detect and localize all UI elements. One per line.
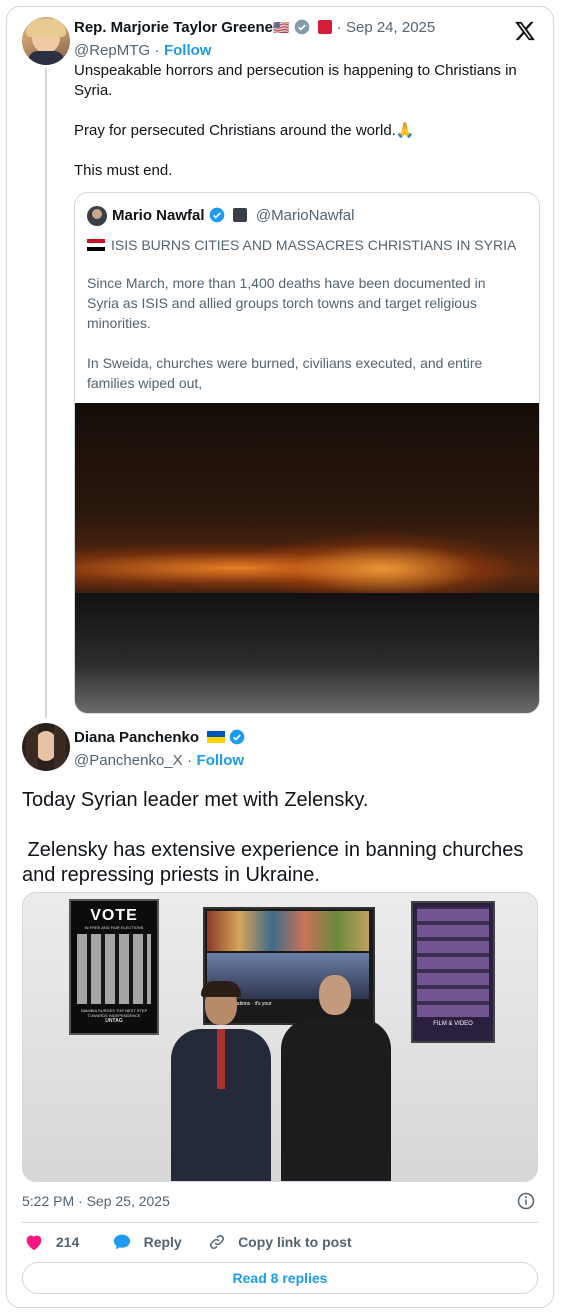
poster-title: FILM & VIDEO — [433, 1021, 473, 1027]
author-handle[interactable]: @RepMTG — [74, 42, 150, 59]
copy-link-label: Copy link to post — [238, 1234, 352, 1250]
info-icon[interactable] — [517, 1192, 535, 1210]
reply-button[interactable]: Reply — [112, 1233, 182, 1251]
separator: · — [336, 19, 342, 36]
quote-line: minorities. — [87, 315, 151, 331]
verified-icon — [209, 207, 225, 223]
avatar[interactable] — [22, 17, 70, 65]
reply-line: and repressing priests in Ukraine. — [22, 864, 320, 886]
quote-body: Since March, more than 1,400 deaths have… — [87, 273, 532, 393]
vote-poster: VOTE IN FREE AND FAIR ELECTIONS NAMIBIA … — [69, 899, 159, 1035]
verified-gray-icon — [294, 19, 309, 35]
author-name[interactable]: Rep. Marjorie Taylor Greene — [74, 19, 273, 36]
poster-subtitle: IN FREE AND FAIR ELECTIONS — [84, 925, 144, 930]
reply-line: Today Syrian leader met with Zelensky. — [22, 789, 369, 811]
quote-author-handle: @MarioNawfal — [255, 207, 355, 224]
handle-row: @RepMTG · Follow — [74, 42, 211, 60]
tweet-line: Unspeakable horrors and persecution is h… — [74, 62, 517, 79]
divider — [22, 1222, 538, 1223]
quote-headline: ISIS BURNS CITIES AND MASSACRES CHRISTIA… — [111, 237, 517, 253]
verified-icon — [229, 729, 245, 745]
reply-header: Diana Panchenko — [74, 729, 245, 747]
film-poster: FILM & VIDEO — [411, 901, 495, 1043]
copy-link-button[interactable]: Copy link to post — [208, 1233, 352, 1251]
heart-icon — [26, 1235, 42, 1251]
quote-line: Since March, more than 1,400 deaths have… — [87, 275, 486, 291]
separator: · — [154, 42, 160, 59]
fire-landscape-image[interactable] — [75, 403, 539, 713]
separator: · — [187, 752, 193, 769]
avatar — [87, 206, 107, 226]
like-button[interactable]: 214 — [24, 1233, 79, 1251]
follow-button[interactable]: Follow — [164, 42, 212, 59]
badge-icon — [233, 208, 248, 222]
quote-author-name: Mario Nawfal — [112, 207, 205, 224]
reply-label: Reply — [143, 1234, 182, 1250]
tweet-line: Syria. — [74, 82, 113, 99]
thread-line — [45, 68, 47, 718]
poster-footer: NAMIBIA SURGES THE NEXT STEP TOWARDS IND… — [80, 1008, 148, 1018]
author-name[interactable]: Diana Panchenko — [74, 729, 199, 746]
tweet-body: Unspeakable horrors and persecution is h… — [74, 61, 544, 181]
reply-timestamp[interactable]: 5:22 PM · Sep 25, 2025 — [22, 1193, 170, 1209]
link-icon — [210, 1234, 225, 1250]
x-logo-icon[interactable] — [514, 20, 536, 42]
man-left — [171, 981, 271, 1181]
poster-title: VOTE — [90, 907, 138, 924]
avatar[interactable] — [22, 723, 70, 771]
handle-row: @Panchenko_X · Follow — [74, 752, 244, 770]
quote-header: Mario Nawfal @MarioNawfal — [112, 207, 354, 225]
tweet-line: This must end. — [74, 162, 173, 179]
reply-body: Today Syrian leader met with Zelensky. Z… — [22, 788, 542, 888]
ukraine-flag-icon — [206, 731, 225, 743]
quote-line: In Sweida, churches were burned, civilia… — [87, 355, 483, 371]
follow-button[interactable]: Follow — [197, 752, 245, 769]
quote-line: Syria as ISIS and allied groups torch to… — [87, 295, 477, 311]
pray-icon: 🙏 — [395, 122, 415, 139]
quote-line: families wiped out, — [87, 375, 203, 391]
tweet-date[interactable]: Sep 24, 2025 — [346, 19, 435, 36]
syria-flag-icon — [87, 239, 105, 251]
tweet-header: Rep. Marjorie Taylor Greene🇺🇸 · Sep 24, … — [74, 19, 435, 37]
quote-headline-row: ISIS BURNS CITIES AND MASSACRES CHRISTIA… — [87, 235, 516, 255]
like-count: 214 — [55, 1234, 80, 1250]
quoted-tweet[interactable]: Mario Nawfal @MarioNawfal ISIS BURNS CIT… — [74, 192, 540, 714]
author-handle[interactable]: @Panchenko_X — [74, 752, 183, 769]
poster-org: UNTAG — [105, 1018, 123, 1024]
action-row: 214 Reply Copy link to post — [24, 1233, 352, 1252]
tweet-line: Pray for persecuted Christians around th… — [74, 122, 396, 139]
flag-icon: 🇺🇸 — [272, 20, 290, 35]
badge-icon — [318, 20, 333, 34]
speech-bubble-icon — [113, 1234, 130, 1250]
man-right — [281, 975, 391, 1181]
meeting-photo[interactable]: VOTE IN FREE AND FAIR ELECTIONS NAMIBIA … — [22, 892, 538, 1182]
reply-line: Zelensky has extensive experience in ban… — [22, 839, 524, 861]
read-replies-button[interactable]: Read 8 replies — [22, 1262, 538, 1294]
